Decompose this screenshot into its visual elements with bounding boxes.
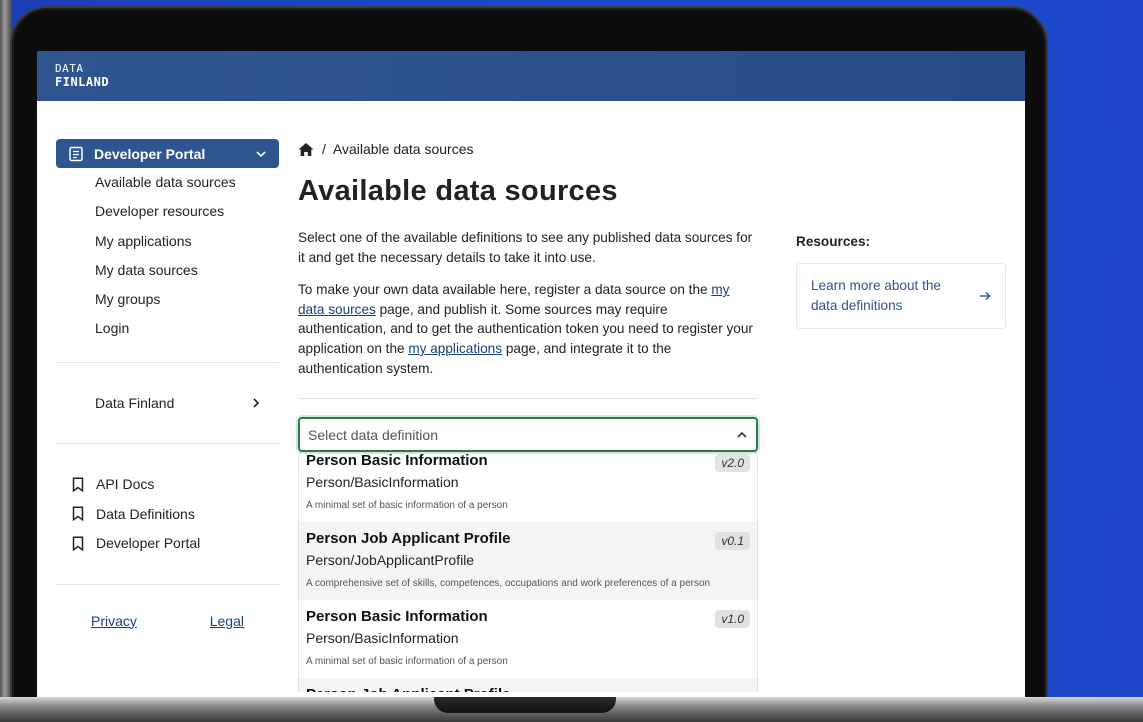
sidebar-item-api-docs[interactable]: API Docs <box>72 470 279 499</box>
chevron-up-icon <box>737 431 747 438</box>
bookmark-icon <box>72 477 84 492</box>
data-definition-select[interactable]: Select data definition <box>298 417 758 453</box>
breadcrumb-current: Available data sources <box>332 141 474 157</box>
sidebar-item-login[interactable]: Login <box>95 314 279 343</box>
document-icon <box>69 146 83 161</box>
bookmark-icon <box>72 535 84 551</box>
select-placeholder: Select data definition <box>308 426 438 443</box>
logo-line-2[interactable]: FINLAND <box>55 75 1007 89</box>
option-name: Person Job Applicant Profile <box>306 678 750 692</box>
version-badge: v0.1 <box>715 532 750 551</box>
option-description: A minimal set of basic information of a … <box>306 656 508 668</box>
api-docs-label: API Docs <box>96 476 155 493</box>
option-item[interactable]: Person Basic Information Person/BasicInf… <box>299 600 757 678</box>
footer-links: Privacy Legal <box>56 585 279 629</box>
bookmark-icon <box>72 506 84 522</box>
chevron-down-icon <box>256 150 266 157</box>
content-divider <box>298 398 758 400</box>
option-path: Person/JobApplicantProfile <box>306 552 475 569</box>
home-icon[interactable] <box>298 142 314 157</box>
option-name: Person Basic Information <box>306 452 488 470</box>
resources-label: Resources: <box>796 234 871 249</box>
laptop-hinge-notch <box>434 697 616 713</box>
data-finland-label: Data Finland <box>95 394 175 411</box>
learn-more-text: Learn more about the data definitions <box>811 278 941 313</box>
chevron-right-icon <box>253 398 260 408</box>
option-item[interactable]: Person Job Applicant Profile <box>299 678 757 693</box>
version-badge: v1.0 <box>715 610 750 629</box>
breadcrumb-separator: / <box>322 141 326 157</box>
privacy-link[interactable]: Privacy <box>91 613 137 629</box>
data-definitions-label: Data Definitions <box>96 505 195 522</box>
resources-panel: Resources: Learn more about the data def… <box>796 234 1006 329</box>
page-title: Available data sources <box>298 175 618 207</box>
option-path: Person/BasicInformation <box>306 474 459 491</box>
browser-screen: DATA FINLAND Developer Portal Available … <box>37 51 1025 701</box>
learn-more-card[interactable]: Learn more about the data definitions <box>796 263 1006 329</box>
logo-line-1[interactable]: DATA <box>55 63 1007 75</box>
sidebar-item-data-finland[interactable]: Data Finland <box>56 363 279 443</box>
site-header: DATA FINLAND <box>37 51 1025 101</box>
instructions-text-1: To make your own data available here, re… <box>298 282 712 298</box>
sidebar-item-my-data-sources[interactable]: My data sources <box>95 256 279 285</box>
main-content: / Available data sources Available data … <box>298 139 758 693</box>
sidebar-item-available-data-sources[interactable]: Available data sources <box>95 168 279 197</box>
sidebar-item-my-applications[interactable]: My applications <box>95 227 279 256</box>
option-name: Person Job Applicant Profile <box>306 530 511 548</box>
option-name: Person Basic Information <box>306 608 488 626</box>
developer-portal-label: Developer Portal <box>94 145 206 162</box>
breadcrumb: / Available data sources <box>298 139 758 159</box>
intro-text: Select one of the available definitions … <box>298 230 753 265</box>
developer-portal-toggle[interactable]: Developer Portal <box>56 139 279 168</box>
data-definition-options: Person Basic Information Person/BasicInf… <box>298 452 758 693</box>
arrow-right-icon <box>980 292 991 300</box>
option-item[interactable]: Person Basic Information Person/BasicInf… <box>299 452 757 522</box>
sidebar: Developer Portal Available data sources … <box>56 139 279 629</box>
option-description: A comprehensive set of skills, competenc… <box>306 578 711 590</box>
sidebar-item-developer-portal[interactable]: Developer Portal <box>72 528 279 557</box>
version-badge: v2.0 <box>715 454 750 473</box>
sidebar-item-data-definitions[interactable]: Data Definitions <box>72 499 279 528</box>
sidebar-item-developer-resources[interactable]: Developer resources <box>95 197 279 226</box>
legal-link[interactable]: Legal <box>210 613 244 629</box>
publish-instructions: To make your own data available here, re… <box>298 280 758 378</box>
developer-portal-links: Available data sources Developer resourc… <box>56 168 279 344</box>
sidebar-bookmarks: API Docs Data Definitions Developer Port… <box>56 444 279 584</box>
option-item[interactable]: Person Job Applicant Profile Person/JobA… <box>299 522 757 601</box>
developer-portal-bookmark-label: Developer Portal <box>96 535 201 552</box>
option-path: Person/BasicInformation <box>306 630 459 647</box>
option-description: A minimal set of basic information of a … <box>306 500 508 512</box>
sidebar-item-my-groups[interactable]: My groups <box>95 285 279 314</box>
my-applications-link[interactable]: my applications <box>408 341 502 356</box>
